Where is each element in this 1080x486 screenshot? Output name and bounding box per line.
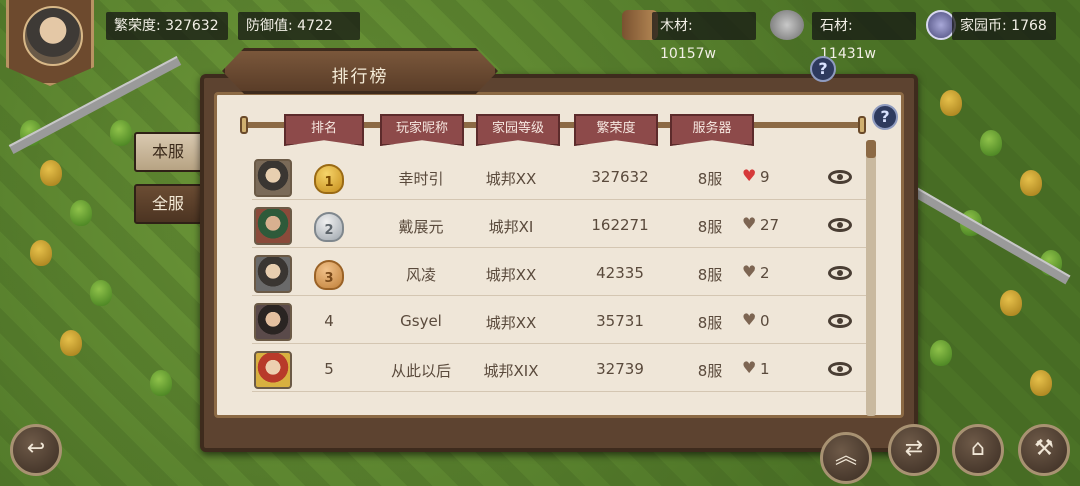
home-level: 城邦XI (488, 218, 534, 236)
tab-this-server[interactable]: 本服 (134, 132, 204, 172)
home-level: 城邦XX (485, 170, 537, 188)
player-avatar (254, 159, 292, 197)
wood-stat: 木材: 10157w (652, 12, 756, 62)
prosperity-value: 162271 (591, 216, 649, 234)
build-icon[interactable]: ⌂ (952, 424, 1004, 476)
view-eye-icon[interactable] (828, 170, 852, 184)
background-tree (90, 280, 112, 306)
table-row: 3 风凌 城邦XX 42335 8服 ♥ 2 (252, 250, 868, 296)
help-icon[interactable]: ? (872, 104, 898, 130)
background-tree (70, 200, 92, 226)
table-row: 5 从此以后 城邦XIX 32739 8服 ♥ 1 (252, 346, 868, 392)
server-name: 8服 (697, 170, 723, 188)
server-name: 8服 (697, 218, 723, 236)
background-tree (150, 370, 172, 396)
view-eye-icon[interactable] (828, 362, 852, 376)
stone-icon (770, 10, 804, 40)
prosperity-value: 32739 (596, 360, 644, 378)
home-level: 城邦XX (485, 266, 537, 284)
background-tree (980, 130, 1002, 156)
player-name: 幸时引 (398, 170, 444, 188)
player-name: Gsyel (400, 312, 442, 330)
background-tree (110, 120, 132, 146)
like-count: 27 (760, 216, 780, 234)
background-tree (1030, 370, 1052, 396)
heart-icon[interactable]: ♥ (742, 216, 758, 232)
player-name: 戴展元 (398, 218, 444, 236)
server-name: 8服 (697, 266, 723, 284)
heart-icon[interactable]: ♥ (742, 168, 758, 184)
ribbon-cap (858, 116, 866, 134)
background-tree (1000, 290, 1022, 316)
background-tree (60, 330, 82, 356)
panel-title: 排行榜 (331, 67, 389, 87)
player-avatar (254, 207, 292, 245)
view-eye-icon[interactable] (828, 218, 852, 232)
background-tree (930, 340, 952, 366)
like-count: 9 (760, 168, 770, 186)
hammer-icon[interactable]: ⚒ (1018, 424, 1070, 476)
silver-medal-icon: 2 (314, 212, 344, 242)
home-level: 城邦XX (485, 314, 537, 332)
back-arrow-icon[interactable]: ↩ (10, 424, 62, 476)
table-row: 2 戴展元 城邦XI 162271 8服 ♥ 27 (252, 202, 868, 248)
rank-number: 4 (324, 312, 334, 330)
gold-medal-icon: 1 (314, 164, 344, 194)
help-icon[interactable]: ? (810, 56, 836, 82)
player-avatar (254, 255, 292, 293)
prosperity-value: 42335 (596, 264, 644, 282)
view-eye-icon[interactable] (828, 266, 852, 280)
table-row: 1 幸时引 城邦XX 327632 8服 ♥ 9 (252, 154, 868, 200)
player-name: 从此以后 (390, 362, 451, 380)
heart-icon[interactable]: ♥ (742, 264, 758, 280)
defense-stat: 防御值: 4722 (238, 12, 360, 40)
background-tree (30, 240, 52, 266)
player-avatar (254, 303, 292, 341)
swap-icon[interactable]: ⇄ (888, 424, 940, 476)
player-avatar (254, 351, 292, 389)
home-level: 城邦XIX (483, 362, 539, 380)
background-tree (1020, 170, 1042, 196)
background-tree (940, 90, 962, 116)
bronze-medal-icon: 3 (314, 260, 344, 290)
chevron-up-icon[interactable]: ︽ (820, 432, 872, 484)
table-row: 4 Gsyel 城邦XX 35731 8服 ♥ 0 (252, 298, 868, 344)
prosperity-stat: 繁荣度: 327632 (106, 12, 228, 40)
tab-all-servers[interactable]: 全服 (134, 184, 204, 224)
stone-stat: 石材: 11431w (812, 12, 916, 62)
heart-icon[interactable]: ♥ (742, 312, 758, 328)
panel-title-plaque: 排行榜 (222, 48, 498, 94)
prosperity-value: 35731 (596, 312, 644, 330)
player-name: 风凌 (405, 266, 436, 284)
background-tree (40, 160, 62, 186)
list-scrollbar[interactable] (866, 140, 876, 416)
player-avatar-button[interactable] (6, 0, 94, 86)
like-count: 2 (760, 264, 770, 282)
view-eye-icon[interactable] (828, 314, 852, 328)
like-count: 0 (760, 312, 770, 330)
ribbon-cap (240, 116, 248, 134)
like-count: 1 (760, 360, 770, 378)
list-scrollbar-thumb[interactable] (866, 140, 876, 158)
home-coin-stat: 家园币: 1768 (952, 12, 1056, 40)
player-avatar (23, 6, 83, 66)
server-name: 8服 (697, 314, 723, 332)
rank-number: 5 (324, 360, 334, 378)
server-name: 8服 (697, 362, 723, 380)
prosperity-value: 327632 (591, 168, 649, 186)
background-wall (909, 185, 1071, 285)
heart-icon[interactable]: ♥ (742, 360, 758, 376)
